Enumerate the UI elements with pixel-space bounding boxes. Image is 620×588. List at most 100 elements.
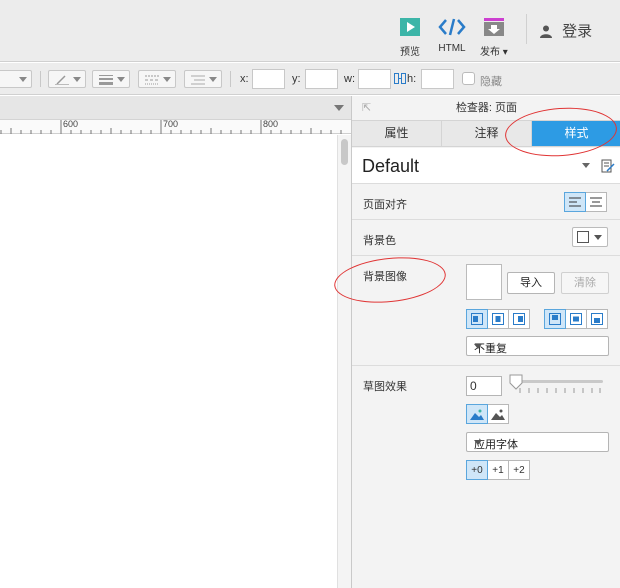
user-icon xyxy=(540,25,552,42)
align-center-icon xyxy=(590,197,602,207)
w-input[interactable] xyxy=(358,69,391,89)
sketch-row: 草图效果 0 应用字体 +0 +1 +2 xyxy=(352,366,620,588)
canvas-tab-bar xyxy=(0,96,351,120)
style-name: Default xyxy=(362,156,420,176)
h-input[interactable] xyxy=(421,69,454,89)
vertical-scrollbar[interactable] xyxy=(337,135,351,588)
align-middle-icon xyxy=(570,313,582,325)
chevron-down-icon xyxy=(163,77,171,82)
y-label: y: xyxy=(292,73,301,85)
color-image-button[interactable] xyxy=(466,404,488,424)
bg-image-label: 背景图像 xyxy=(363,271,407,283)
align-left-icon xyxy=(471,313,483,325)
chevron-down-icon[interactable] xyxy=(334,105,344,111)
pen-icon xyxy=(55,74,69,85)
link-ratio-icon[interactable] xyxy=(394,73,406,87)
align-top-icon xyxy=(549,313,561,325)
html-button[interactable]: HTML xyxy=(438,18,466,54)
inspector-panel: ⇱ 检查器: 页面 属性 注释 样式 Default 页面对齐 背景色 背景图像… xyxy=(351,96,620,588)
chevron-down-icon xyxy=(594,235,602,240)
expand-icon[interactable]: ⇱ xyxy=(362,96,371,120)
publish-button[interactable]: 发布 ▾ xyxy=(480,18,508,58)
design-canvas[interactable] xyxy=(0,135,337,588)
line-style-icon xyxy=(145,74,159,85)
import-button[interactable]: 导入 xyxy=(507,272,555,294)
play-icon xyxy=(400,18,420,39)
tab-properties[interactable]: 属性 xyxy=(352,121,442,146)
login-button[interactable]: 登录 xyxy=(540,20,592,42)
line-color-dropdown[interactable] xyxy=(48,70,86,88)
toolbar-divider xyxy=(526,14,527,44)
align-center-button[interactable] xyxy=(487,309,509,329)
page-align-label: 页面对齐 xyxy=(363,199,407,211)
align-top-button[interactable] xyxy=(544,309,566,329)
line-width-dropdown[interactable] xyxy=(92,70,130,88)
bg-color-picker[interactable] xyxy=(572,227,608,247)
sketch-slider-track[interactable] xyxy=(515,380,603,383)
grayscale-image-button[interactable] xyxy=(487,404,509,424)
bg-image-row: 背景图像 导入 清除 不重复 xyxy=(352,256,620,366)
chevron-down-icon xyxy=(474,440,482,445)
align-left-button[interactable] xyxy=(564,192,586,212)
repeat-select[interactable]: 不重复 xyxy=(466,336,609,356)
hide-label: 隐藏 xyxy=(480,76,502,88)
preview-label: 预览 xyxy=(400,47,420,58)
arrow-style-dropdown[interactable] xyxy=(184,70,222,88)
align-right-icon xyxy=(513,313,525,325)
color-image-icon xyxy=(470,408,484,420)
clear-button[interactable]: 清除 xyxy=(561,272,609,294)
sketch-input[interactable]: 0 xyxy=(466,376,502,396)
chevron-down-icon[interactable] xyxy=(582,163,590,168)
align-left-button[interactable] xyxy=(466,309,488,329)
list-icon xyxy=(191,74,205,85)
toolbar-separator xyxy=(40,71,41,87)
preview-button[interactable]: 预览 xyxy=(400,18,420,58)
code-icon xyxy=(438,18,466,39)
fill-color-dropdown[interactable] xyxy=(0,70,32,88)
line-width-0-button[interactable]: +0 xyxy=(466,460,488,480)
app-window: 预览 HTML 发布 ▾ 登录 x: y: w: h: 隐藏 600 700 8… xyxy=(0,0,620,588)
ruler-mark: 800 xyxy=(263,119,279,129)
inspector-title: 检查器: 页面 xyxy=(455,102,518,114)
v-align-group xyxy=(544,309,608,329)
color-swatch xyxy=(577,231,589,243)
style-selector[interactable]: Default xyxy=(352,148,620,184)
line-width-2-button[interactable]: +2 xyxy=(508,460,530,480)
align-center-button[interactable] xyxy=(585,192,607,212)
w-label: w: xyxy=(344,73,355,85)
y-input[interactable] xyxy=(305,69,338,89)
scrollbar-thumb[interactable] xyxy=(341,139,348,165)
align-middle-button[interactable] xyxy=(565,309,587,329)
h-label: h: xyxy=(407,73,417,85)
color-mode-group xyxy=(466,404,509,424)
align-bottom-button[interactable] xyxy=(586,309,608,329)
top-toolbar: 预览 HTML 发布 ▾ 登录 xyxy=(0,0,620,62)
font-select[interactable]: 应用字体 xyxy=(466,432,609,452)
x-input[interactable] xyxy=(252,69,285,89)
page-align-group xyxy=(564,192,607,212)
edit-style-icon[interactable] xyxy=(601,159,615,176)
chevron-down-icon xyxy=(117,77,125,82)
line-style-dropdown[interactable] xyxy=(138,70,176,88)
tab-style[interactable]: 样式 xyxy=(532,121,620,146)
line-width-icon xyxy=(99,74,113,85)
login-label: 登录 xyxy=(562,23,593,40)
publish-icon xyxy=(480,18,508,39)
tab-notes[interactable]: 注释 xyxy=(442,121,532,146)
chevron-down-icon xyxy=(474,344,482,349)
inspector-title-bar: ⇱ 检查器: 页面 xyxy=(352,96,620,120)
x-label: x: xyxy=(240,73,249,85)
line-width-1-button[interactable]: +1 xyxy=(487,460,509,480)
html-label: HTML xyxy=(438,43,466,54)
align-center-icon xyxy=(492,313,504,325)
align-bottom-icon xyxy=(591,313,603,325)
hide-checkbox[interactable] xyxy=(462,72,475,85)
ruler-mark: 600 xyxy=(63,119,79,129)
align-left-icon xyxy=(569,197,581,207)
inspector-tabs: 属性 注释 样式 xyxy=(352,120,620,147)
align-right-button[interactable] xyxy=(508,309,530,329)
chevron-down-icon xyxy=(73,77,81,82)
bg-color-row: 背景色 xyxy=(352,220,620,256)
bg-image-preview xyxy=(466,264,502,300)
page-align-row: 页面对齐 xyxy=(352,184,620,220)
